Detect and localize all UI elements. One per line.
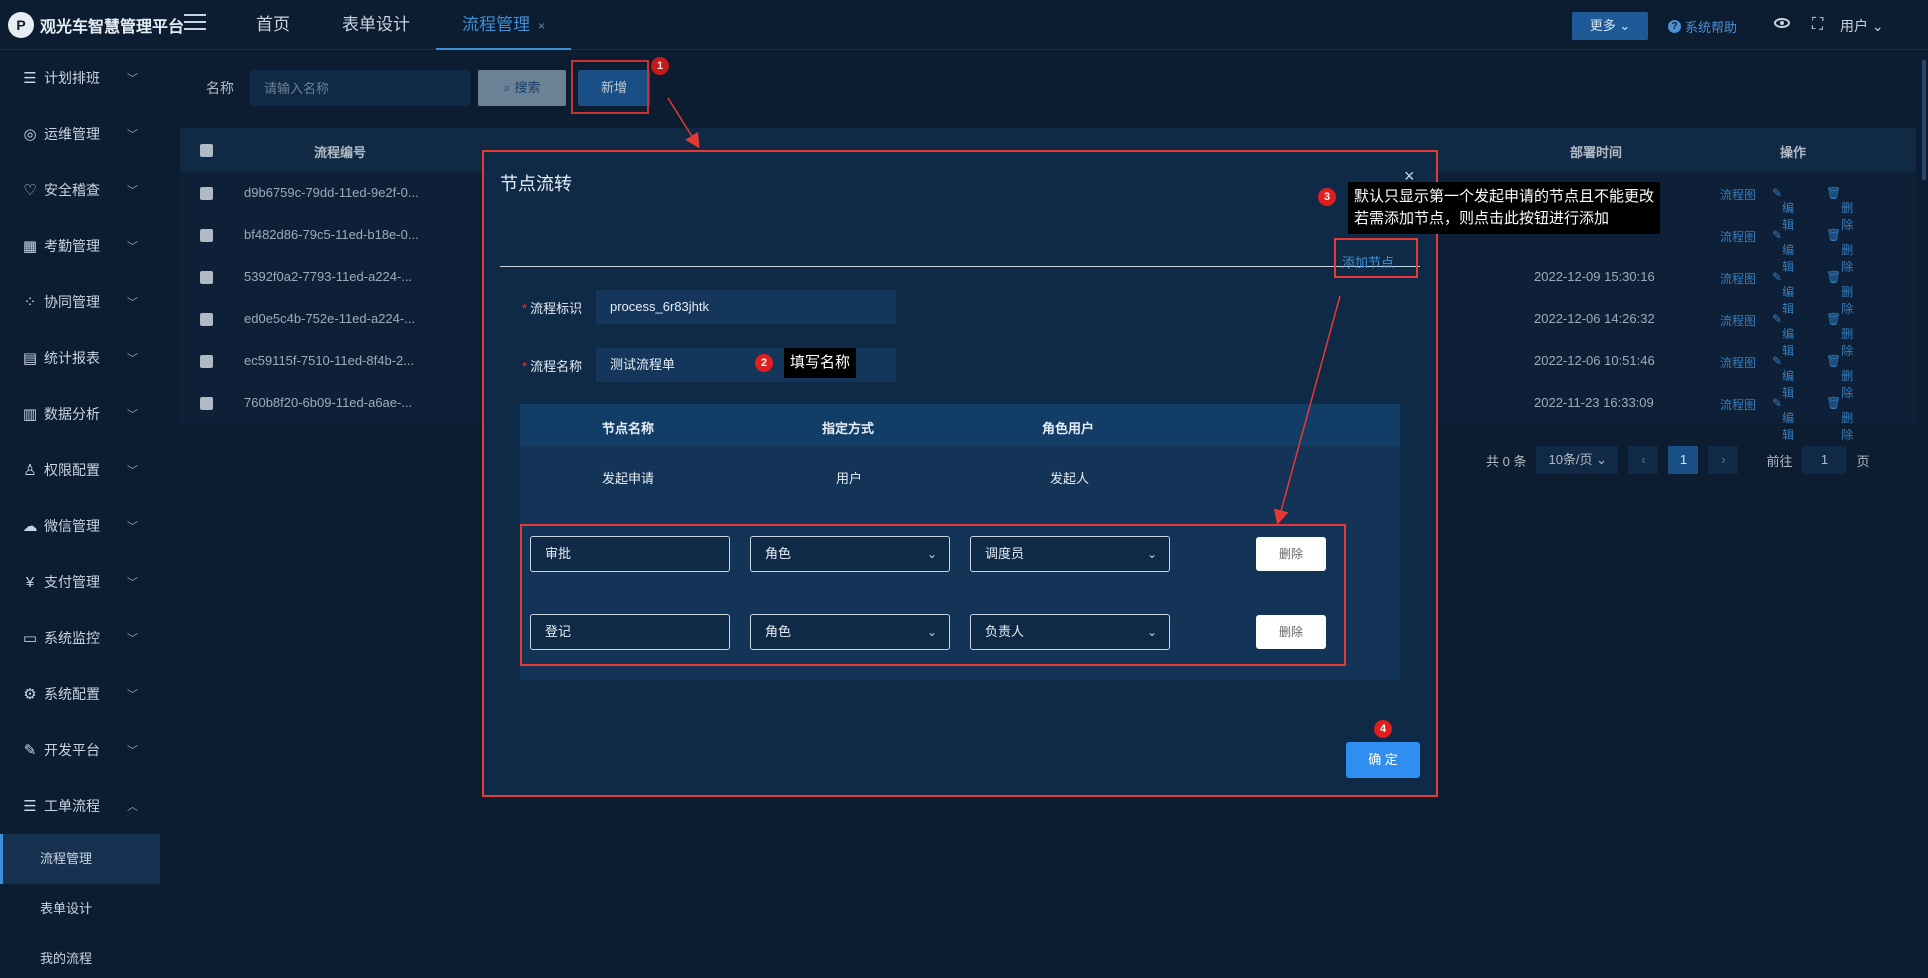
chevron-up-icon: ︿ — [127, 801, 138, 813]
chevron-down-icon: ﹀ — [127, 73, 138, 85]
chevron-down-icon: ﹀ — [127, 129, 138, 141]
chevron-down-icon: ﹀ — [127, 353, 138, 365]
sidebar-item-maintenance[interactable]: ◎ 运维管理 ﹀ — [0, 106, 160, 162]
annotation-tip-name: 填写名称 — [784, 348, 857, 378]
tab-process-management[interactable]: 流程管理 × — [436, 0, 572, 50]
device-icon: ◎ — [23, 126, 37, 143]
sidebar-item-collaboration[interactable]: ⁘ 协同管理 ﹀ — [0, 274, 160, 330]
heart-icon: ♡ — [23, 182, 37, 199]
sidebar-item-wechat[interactable]: ☁ 微信管理 ﹀ — [0, 498, 160, 554]
more-button[interactable]: 更多 ⌄ — [1572, 12, 1648, 40]
tab-home[interactable]: 首页 — [230, 0, 316, 50]
sidebar-item-dev-platform[interactable]: ✎ 开发平台 ﹀ — [0, 722, 160, 778]
logo-icon: P — [8, 12, 34, 38]
list-icon: ☰ — [23, 70, 37, 87]
annotation-box-add-node — [1334, 238, 1418, 278]
scrollbar-thumb[interactable] — [1922, 60, 1926, 180]
chevron-down-icon: ﹀ — [127, 409, 138, 421]
user-icon: ♙ — [23, 462, 37, 479]
chevron-down-icon: ﹀ — [127, 689, 138, 701]
sidebar-item-attendance[interactable]: ▦ 考勤管理 ﹀ — [0, 218, 160, 274]
chevron-down-icon: ﹀ — [127, 241, 138, 253]
tab-close-icon[interactable]: × — [538, 19, 545, 33]
chevron-down-icon: ﹀ — [127, 521, 138, 533]
sidebar-sub-process-management[interactable]: 流程管理 — [0, 834, 160, 884]
annotation-tip-add-node: 默认只显示第一个发起申请的节点且不能更改 若需添加节点，则点击此按钮进行添加 — [1348, 182, 1661, 234]
chevron-down-icon: ﹀ — [127, 577, 138, 589]
gear-icon: ⚙ — [23, 686, 37, 703]
sidebar-item-workflow[interactable]: ☰ 工单流程 ︿ — [0, 778, 160, 834]
monitor-icon: ▭ — [22, 630, 38, 647]
sidebar-item-monitor[interactable]: ▭ 系统监控 ﹀ — [0, 610, 160, 666]
question-icon: ? — [1668, 20, 1681, 33]
scrollbar-track[interactable] — [1920, 50, 1928, 978]
annotation-badge-4: 4 — [1374, 720, 1392, 738]
sidebar-item-permissions[interactable]: ♙ 权限配置 ﹀ — [0, 442, 160, 498]
chevron-down-icon: ﹀ — [127, 745, 138, 757]
sidebar-sub-my-process[interactable]: 我的流程 — [0, 934, 160, 978]
wechat-icon: ☁ — [22, 518, 38, 535]
sidebar-item-reports[interactable]: ▤ 统计报表 ﹀ — [0, 330, 160, 386]
chevron-down-icon: ﹀ — [127, 465, 138, 477]
annotation-badge-2: 2 — [755, 354, 773, 372]
tab-form-design[interactable]: 表单设计 — [316, 0, 436, 50]
nav-tabs: 首页 表单设计 流程管理 × — [230, 0, 572, 50]
fullscreen-icon[interactable]: ⛶ — [1812, 16, 1823, 34]
list-icon: ☰ — [23, 798, 37, 815]
sidebar-item-payment[interactable]: ¥ 支付管理 ﹀ — [0, 554, 160, 610]
app-logo: P 观光车智慧管理平台 — [8, 12, 184, 38]
sidebar-item-safety[interactable]: ♡ 安全稽查 ﹀ — [0, 162, 160, 218]
grid-icon: ⁘ — [23, 294, 37, 311]
yen-icon: ¥ — [25, 573, 35, 591]
help-link[interactable]: ? 系统帮助 — [1668, 17, 1737, 36]
eye-icon[interactable] — [1774, 18, 1790, 28]
sidebar-sub-form-design[interactable]: 表单设计 — [0, 884, 160, 934]
sidebar-item-analytics[interactable]: ▥ 数据分析 ﹀ — [0, 386, 160, 442]
user-menu[interactable]: 用户 ⌄ — [1840, 16, 1884, 36]
annotation-badge-3: 3 — [1318, 188, 1336, 206]
sidebar: ☰ 计划排班 ﹀ ◎ 运维管理 ﹀ ♡ 安全稽查 ﹀ ▦ 考勤管理 ﹀ ⁘ 协同管理 ﹀ ▤ 统计报表… — [0, 50, 160, 978]
chevron-down-icon: ﹀ — [127, 633, 138, 645]
sidebar-item-config[interactable]: ⚙ 系统配置 ﹀ — [0, 666, 160, 722]
hamburger-menu-icon[interactable] — [184, 14, 206, 32]
top-bar: P 观光车智慧管理平台 首页 表单设计 流程管理 × 更多 ⌄ ? 系统帮助 ⛶ … — [0, 0, 1928, 50]
annotation-box-node-rows — [520, 524, 1346, 666]
report-icon: ▤ — [22, 350, 38, 367]
app-title: 观光车智慧管理平台 — [40, 19, 185, 36]
chevron-down-icon: ﹀ — [127, 185, 138, 197]
chevron-down-icon: ﹀ — [127, 297, 138, 309]
sidebar-item-schedule[interactable]: ☰ 计划排班 ﹀ — [0, 50, 160, 106]
annotation-box-dialog — [482, 150, 1438, 797]
calendar-icon: ▦ — [22, 238, 38, 255]
edit-icon: ✎ — [23, 742, 37, 759]
bar-chart-icon: ▥ — [22, 406, 38, 423]
